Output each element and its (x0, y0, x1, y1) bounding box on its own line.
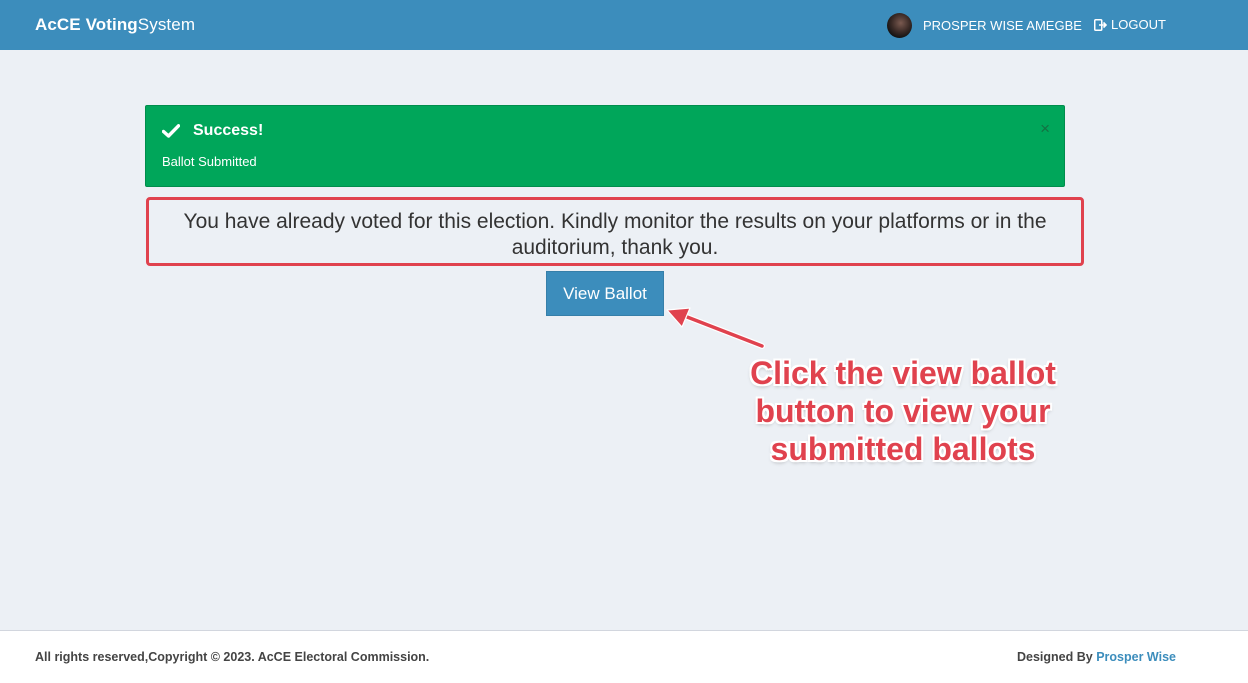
view-ballot-button[interactable]: View Ballot (546, 271, 664, 316)
success-alert: Success! Ballot Submitted × (145, 105, 1065, 187)
alert-message: Ballot Submitted (162, 154, 257, 169)
check-icon (162, 124, 180, 138)
brand-rest: System (137, 15, 196, 34)
user-menu[interactable]: PROSPER WISE AMEGBE (887, 13, 1082, 38)
close-icon[interactable]: × (1040, 120, 1050, 137)
designed-by: Designed By Prosper Wise (1017, 650, 1176, 664)
avatar (887, 13, 912, 38)
annotation-callout: Click the view ballot button to view you… (750, 355, 1056, 467)
alert-title: Success! (193, 122, 264, 139)
app-logo[interactable]: AcCE VotingSystem (35, 15, 195, 35)
logout-link[interactable]: LOGOUT (1094, 17, 1166, 32)
designer-link[interactable]: Prosper Wise (1096, 650, 1176, 664)
already-voted-notice: You have already voted for this election… (146, 197, 1084, 266)
notice-text: You have already voted for this election… (183, 210, 1047, 259)
annotation-arrow (666, 307, 765, 349)
copyright-text: All rights reserved,Copyright © 2023. Ac… (35, 650, 430, 664)
brand-bold: AcCE Voting (35, 15, 138, 34)
alert-header: Success! (162, 122, 263, 140)
sign-out-icon (1094, 18, 1107, 31)
user-name: PROSPER WISE AMEGBE (923, 18, 1082, 33)
designed-by-prefix: Designed By (1017, 650, 1093, 664)
page-footer: All rights reserved,Copyright © 2023. Ac… (0, 630, 1248, 683)
top-navbar: AcCE VotingSystem PROSPER WISE AMEGBE LO… (0, 0, 1248, 50)
logout-label: LOGOUT (1111, 17, 1166, 32)
